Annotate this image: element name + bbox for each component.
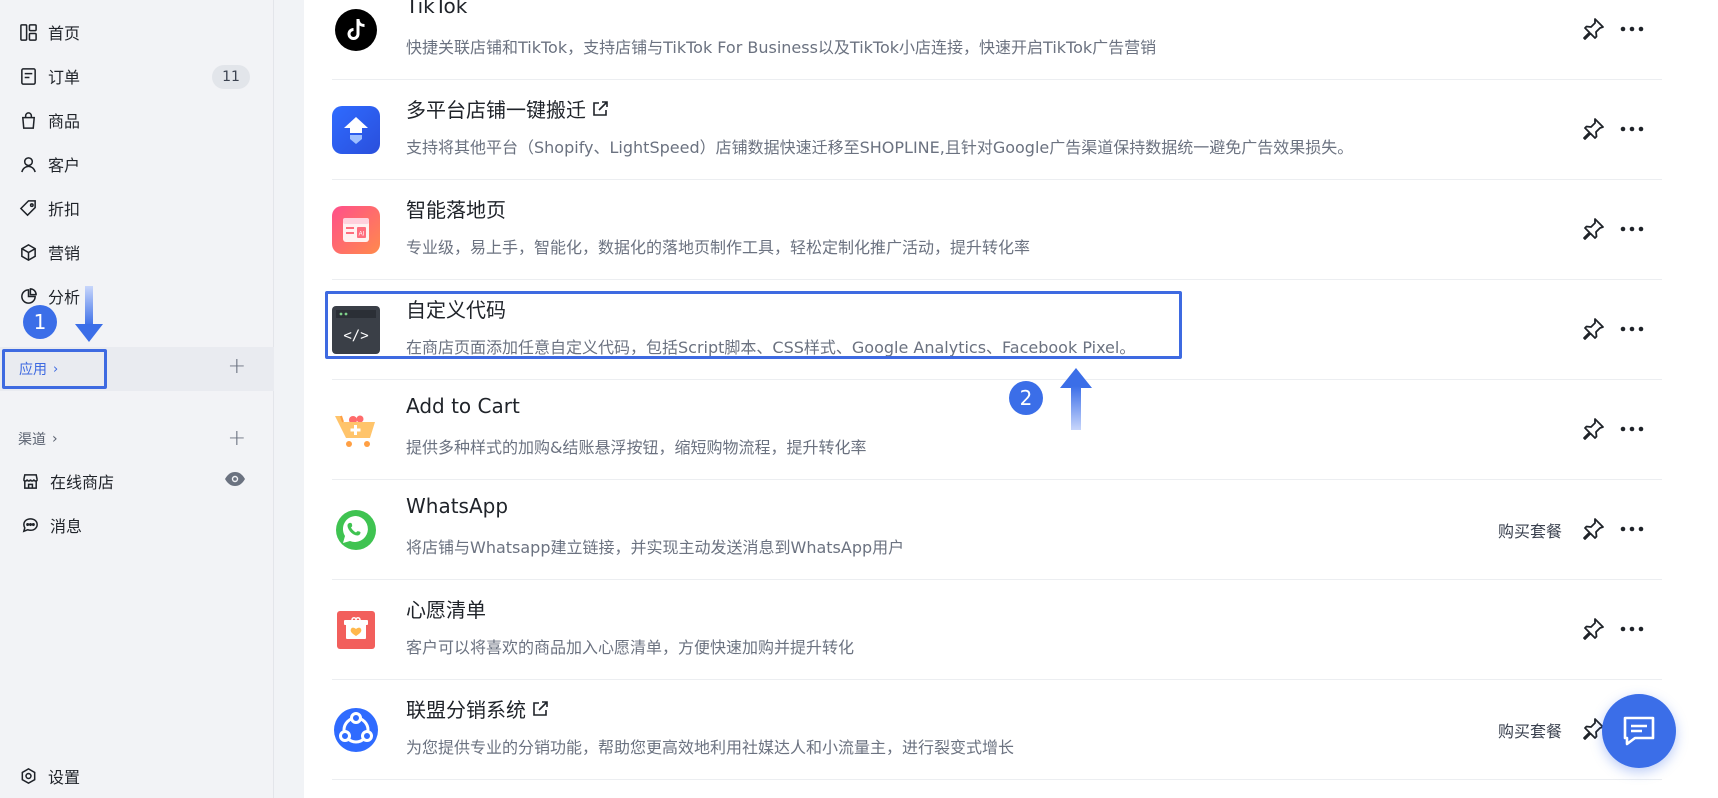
sidebar-item-orders[interactable]: 订单 11 bbox=[0, 56, 274, 96]
more-options-icon[interactable] bbox=[1618, 16, 1646, 42]
bag-icon bbox=[18, 110, 38, 130]
gear-icon bbox=[18, 766, 38, 786]
eye-icon[interactable] bbox=[224, 471, 246, 491]
add-channel-button[interactable]: + bbox=[228, 428, 246, 450]
app-description: 专业级，易上手，智能化，数据化的落地页制作工具，轻松定制化推广活动，提升转化率 bbox=[406, 238, 1031, 257]
pin-icon[interactable] bbox=[1580, 16, 1606, 42]
sidebar-item-online-store[interactable]: 在线商店 bbox=[0, 461, 274, 501]
app-name: 多平台店铺一键搬迁 bbox=[406, 94, 610, 123]
sidebar-item-label: 客户 bbox=[48, 156, 81, 175]
more-options-icon[interactable] bbox=[1618, 216, 1646, 242]
app-description: 客户可以将喜欢的商品加入心愿清单，方便快速加购并提升转化 bbox=[406, 638, 855, 657]
highlight-box bbox=[325, 291, 1182, 359]
sidebar-item-messages[interactable]: 消息 bbox=[0, 505, 274, 545]
app-name: TikTok bbox=[406, 0, 468, 18]
migrate-icon bbox=[332, 106, 380, 154]
list-item-ai-landing[interactable]: AI 智能落地页 专业级，易上手，智能化，数据化的落地页制作工具，轻松定制化推广… bbox=[332, 180, 1662, 280]
sidebar-item-label: 商品 bbox=[48, 112, 81, 131]
app-name: 智能落地页 bbox=[406, 198, 506, 222]
external-link-icon[interactable] bbox=[530, 699, 550, 719]
app-name: WhatsApp bbox=[406, 494, 509, 518]
tiktok-icon bbox=[332, 6, 380, 54]
list-item-tiktok[interactable]: TikTok 快捷关联店铺和TikTok，支持店铺与TikTok For Bus… bbox=[332, 0, 1662, 80]
apps-label: 应用 bbox=[19, 362, 47, 378]
pin-icon[interactable] bbox=[1580, 516, 1606, 542]
list-item-wishlist[interactable]: 心愿清单 客户可以将喜欢的商品加入心愿清单，方便快速加购并提升转化 bbox=[332, 580, 1662, 680]
app-name-text: 多平台店铺一键搬迁 bbox=[406, 98, 586, 122]
sidebar-item-marketing[interactable]: 营销 bbox=[0, 232, 274, 272]
arrow-down-icon bbox=[75, 286, 103, 342]
sidebar-item-label: 消息 bbox=[50, 517, 83, 536]
sidebar-item-label: 设置 bbox=[48, 768, 81, 787]
more-options-icon[interactable] bbox=[1618, 416, 1646, 442]
wishlist-icon bbox=[332, 606, 380, 654]
sidebar-channels-header[interactable]: 渠道 › + bbox=[0, 421, 274, 457]
sidebar-item-label: 在线商店 bbox=[50, 473, 115, 492]
pie-chart-icon bbox=[18, 286, 38, 306]
pin-icon[interactable] bbox=[1580, 616, 1606, 642]
list-item-add-to-cart[interactable]: Add to Cart 提供多种样式的加购&结账悬浮按钮，缩短购物流程，提升转化… bbox=[332, 380, 1662, 480]
whatsapp-icon bbox=[332, 506, 380, 554]
step-marker-2: 2 bbox=[1009, 381, 1043, 415]
message-icon bbox=[20, 515, 40, 535]
chevron-right-icon: › bbox=[53, 361, 59, 377]
sidebar-item-apps[interactable]: 应用 › bbox=[2, 349, 107, 389]
add-app-button[interactable]: + bbox=[228, 356, 246, 378]
sidebar-apps-row: 应用 › + bbox=[0, 347, 274, 391]
list-item-whatsapp[interactable]: WhatsApp 将店铺与Whatsapp建立链接，并实现主动发送消息到What… bbox=[332, 480, 1662, 580]
affiliate-icon bbox=[332, 706, 380, 754]
sidebar: 首页 订单 11 商品 客户 折扣 营销 分析 应用 › + 渠道 › + 在线… bbox=[0, 0, 274, 798]
order-count-badge: 11 bbox=[212, 65, 250, 89]
app-name: Add to Cart bbox=[406, 394, 520, 418]
pin-icon[interactable] bbox=[1580, 116, 1606, 142]
ai-landing-icon: AI bbox=[332, 206, 380, 254]
app-description: 支持将其他平台（Shopify、LightSpeed）店铺数据快速迁移至SHOP… bbox=[406, 138, 1354, 157]
store-icon bbox=[20, 471, 40, 491]
list-item-migrate[interactable]: 多平台店铺一键搬迁 支持将其他平台（Shopify、LightSpeed）店铺数… bbox=[332, 80, 1662, 180]
sidebar-item-label: 订单 bbox=[48, 68, 81, 87]
app-description: 快捷关联店铺和TikTok，支持店铺与TikTok For Business以及… bbox=[406, 38, 1157, 57]
more-options-icon[interactable] bbox=[1618, 616, 1646, 642]
tag-icon bbox=[18, 198, 38, 218]
app-name: 联盟分销系统 bbox=[406, 694, 550, 723]
user-icon bbox=[18, 154, 38, 174]
step-marker-1: 1 bbox=[23, 305, 57, 339]
more-options-icon[interactable] bbox=[1618, 516, 1646, 542]
pin-icon[interactable] bbox=[1580, 316, 1606, 342]
sidebar-item-label: 折扣 bbox=[48, 200, 81, 219]
external-link-icon[interactable] bbox=[590, 99, 610, 119]
chat-icon bbox=[1623, 716, 1655, 746]
pin-icon[interactable] bbox=[1580, 416, 1606, 442]
app-description: 为您提供专业的分销功能，帮助您更高效地利用社媒达人和小流量主，进行裂变式增长 bbox=[406, 738, 1015, 757]
sidebar-item-settings[interactable]: 设置 bbox=[0, 756, 274, 796]
sidebar-item-home[interactable]: 首页 bbox=[0, 12, 274, 52]
sidebar-item-discounts[interactable]: 折扣 bbox=[0, 188, 274, 228]
chevron-right-icon: › bbox=[52, 431, 58, 447]
chat-button[interactable] bbox=[1602, 694, 1676, 768]
buy-plan-button[interactable]: 购买套餐 bbox=[1498, 518, 1562, 542]
dashboard-icon bbox=[18, 22, 38, 42]
more-options-icon[interactable] bbox=[1618, 316, 1646, 342]
app-name: 心愿清单 bbox=[406, 598, 486, 622]
svg-text:AI: AI bbox=[359, 232, 365, 238]
order-icon bbox=[18, 66, 38, 86]
app-description: 提供多种样式的加购&结账悬浮按钮，缩短购物流程，提升转化率 bbox=[406, 438, 867, 457]
sidebar-item-products[interactable]: 商品 bbox=[0, 100, 274, 140]
sidebar-item-label: 营销 bbox=[48, 244, 81, 263]
cart-icon bbox=[332, 406, 380, 454]
list-item-affiliate[interactable]: 联盟分销系统 为您提供专业的分销功能，帮助您更高效地利用社媒达人和小流量主，进行… bbox=[332, 680, 1662, 780]
arrow-up-icon bbox=[1060, 368, 1092, 430]
app-name-text: 联盟分销系统 bbox=[406, 698, 526, 722]
more-options-icon[interactable] bbox=[1618, 116, 1646, 142]
app-description: 将店铺与Whatsapp建立链接，并实现主动发送消息到WhatsApp用户 bbox=[406, 538, 905, 557]
sidebar-item-customers[interactable]: 客户 bbox=[0, 144, 274, 184]
buy-plan-button[interactable]: 购买套餐 bbox=[1498, 718, 1562, 742]
cube-icon bbox=[18, 242, 38, 262]
channels-label: 渠道 bbox=[18, 432, 46, 448]
sidebar-item-label: 首页 bbox=[48, 24, 81, 43]
pin-icon[interactable] bbox=[1580, 216, 1606, 242]
